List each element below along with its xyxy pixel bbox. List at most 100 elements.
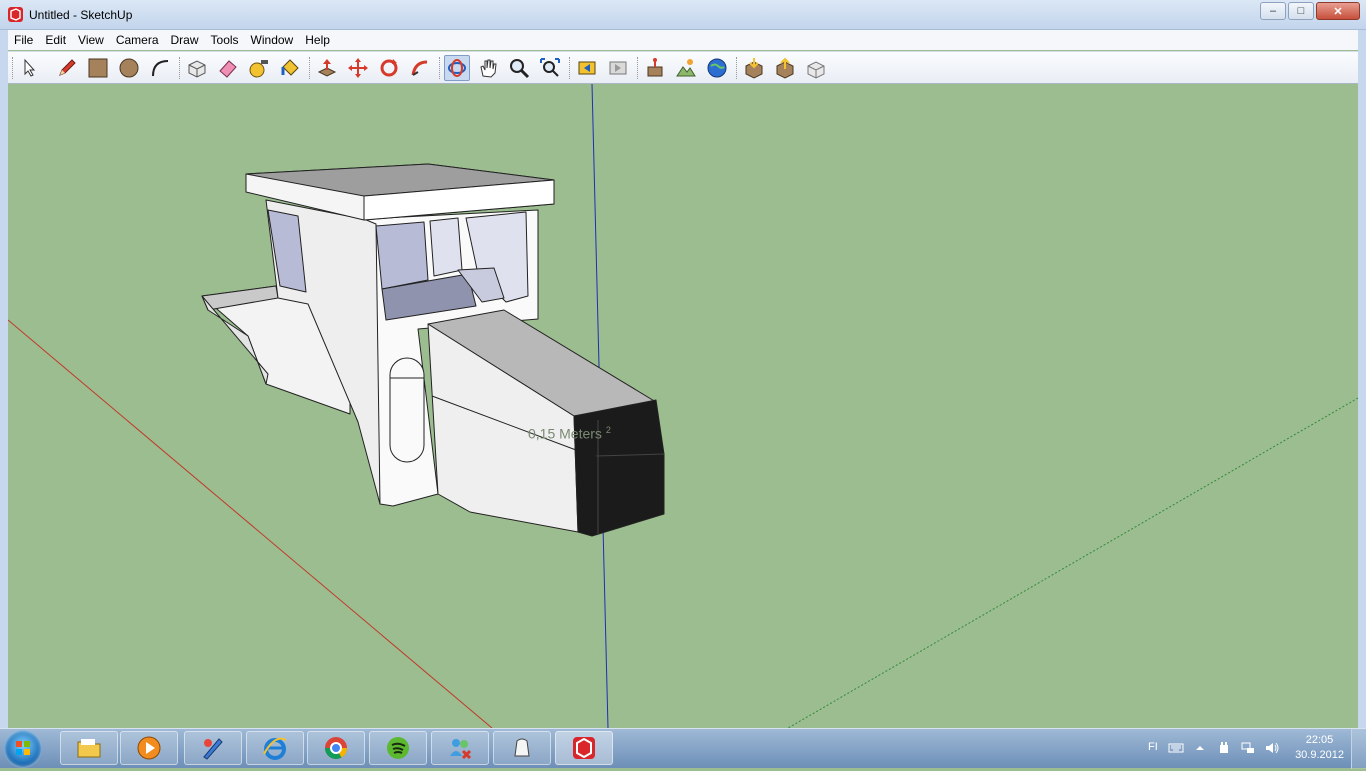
- getting-started-toolbar: [8, 51, 1358, 84]
- circle-icon: [119, 58, 139, 78]
- zoom-tool[interactable]: [506, 55, 532, 81]
- circle-tool[interactable]: [116, 55, 142, 81]
- close-button[interactable]: ✕: [1316, 2, 1360, 20]
- volume-icon[interactable]: [1264, 740, 1280, 756]
- share-component-icon: [807, 61, 825, 79]
- taskbar-chrome[interactable]: [307, 731, 365, 765]
- menu-edit[interactable]: Edit: [39, 33, 72, 47]
- make-component-tool[interactable]: [184, 55, 210, 81]
- push-pull-tool[interactable]: [314, 55, 340, 81]
- menu-tools[interactable]: Tools: [205, 33, 245, 47]
- system-tray: [1168, 740, 1280, 756]
- follow-me-tool[interactable]: [407, 55, 433, 81]
- location-icon: [647, 58, 663, 77]
- window-controls: – □ ✕: [1260, 2, 1360, 20]
- menu-draw[interactable]: Draw: [165, 33, 205, 47]
- toolbar-separator: [179, 57, 183, 79]
- get-models-icon: [745, 58, 763, 79]
- toolbar-separator: [569, 57, 573, 79]
- taskbar-messenger[interactable]: [431, 731, 489, 765]
- windows-logo-icon: [16, 741, 30, 755]
- sketchup-icon: [573, 737, 595, 759]
- windows-taskbar: FI 22:05 30.9.2012: [0, 728, 1366, 769]
- arc-tool[interactable]: [147, 55, 173, 81]
- toolbar-separator: [736, 57, 740, 79]
- start-button[interactable]: [4, 730, 42, 768]
- select-tool[interactable]: [17, 55, 43, 81]
- minimize-button[interactable]: –: [1260, 2, 1286, 20]
- folder-icon: [77, 739, 101, 758]
- share-model-tool[interactable]: [772, 55, 798, 81]
- menu-help[interactable]: Help: [299, 33, 336, 47]
- input-language[interactable]: FI: [1148, 741, 1158, 753]
- window-title: Untitled - SketchUp: [29, 8, 133, 22]
- previous-view-icon: [578, 61, 596, 75]
- spotify-icon: [387, 737, 409, 759]
- cabin-model[interactable]: [201, 163, 665, 537]
- follow-me-icon: [411, 60, 428, 76]
- tape-measure-tool[interactable]: [246, 55, 272, 81]
- show-desktop-button[interactable]: [1351, 729, 1366, 769]
- scene-canvas: [8, 84, 1358, 728]
- window-frame-left: [0, 30, 8, 728]
- toolbar-grip[interactable]: [12, 57, 16, 79]
- paint-bucket-icon: [281, 59, 299, 76]
- hand-icon: [480, 59, 497, 78]
- taskbar-windows-explorer[interactable]: [60, 731, 118, 765]
- menu-bar: File Edit View Camera Draw Tools Window …: [8, 30, 1358, 50]
- taskbar-media-player[interactable]: [120, 731, 178, 765]
- maximize-button[interactable]: □: [1288, 2, 1314, 20]
- menu-window[interactable]: Window: [245, 33, 300, 47]
- measurement-value: 0,15 Meters: [528, 425, 602, 442]
- green-axis: [787, 397, 1358, 728]
- arrow-icon: [24, 58, 36, 77]
- pan-tool[interactable]: [475, 55, 501, 81]
- toolbar-separator: [309, 57, 313, 79]
- move-icon: [348, 58, 368, 78]
- taskbar-internet-explorer[interactable]: [246, 731, 304, 765]
- menu-view[interactable]: View: [72, 33, 110, 47]
- sketchup-app-icon: [8, 7, 23, 22]
- rotate-tool[interactable]: [376, 55, 402, 81]
- eraser-tool[interactable]: [215, 55, 241, 81]
- tape-icon: [249, 60, 268, 78]
- taskbar-spotify[interactable]: [369, 731, 427, 765]
- orbit-icon: [448, 59, 466, 77]
- taskbar-printer-app[interactable]: [493, 731, 551, 765]
- paint-bucket-tool[interactable]: [277, 55, 303, 81]
- ie-icon: [263, 737, 287, 760]
- zoom-extents-tool[interactable]: [537, 55, 563, 81]
- next-view-tool[interactable]: [605, 55, 631, 81]
- menu-file[interactable]: File: [8, 33, 39, 47]
- pencil-tool[interactable]: [54, 55, 80, 81]
- next-view-icon: [609, 61, 627, 75]
- rectangle-tool[interactable]: [85, 55, 111, 81]
- terrain-icon: [676, 59, 696, 77]
- window-frame-right: [1358, 30, 1366, 728]
- google-earth-tool[interactable]: [704, 55, 730, 81]
- toolbar-separator: [637, 57, 641, 79]
- orbit-tool[interactable]: [444, 55, 470, 81]
- toggle-terrain-tool[interactable]: [673, 55, 699, 81]
- system-clock[interactable]: 22:05 30.9.2012: [1295, 733, 1344, 763]
- rectangle-icon: [88, 58, 108, 78]
- messenger-icon: [450, 739, 472, 760]
- toolbar-separator: [439, 57, 443, 79]
- menu-camera[interactable]: Camera: [110, 33, 165, 47]
- network-icon[interactable]: [1240, 740, 1256, 756]
- show-hidden-icons-chevron-up-icon[interactable]: [1192, 740, 1208, 756]
- get-models-tool[interactable]: [741, 55, 767, 81]
- title-bar: Untitled - SketchUp – □ ✕: [0, 0, 1366, 30]
- previous-view-tool[interactable]: [574, 55, 600, 81]
- move-tool[interactable]: [345, 55, 371, 81]
- keyboard-icon[interactable]: [1168, 740, 1184, 756]
- power-plug-icon[interactable]: [1216, 740, 1232, 756]
- clock-time: 22:05: [1305, 734, 1334, 746]
- share-component-tool[interactable]: [803, 55, 829, 81]
- taskbar-paint-app[interactable]: [184, 731, 242, 765]
- taskbar-sketchup[interactable]: [555, 731, 613, 765]
- arc-icon: [152, 60, 169, 77]
- measurement-unit-exponent: 2: [605, 425, 611, 435]
- modeling-viewport[interactable]: 0,15 Meters 2: [8, 84, 1358, 728]
- add-location-tool[interactable]: [642, 55, 668, 81]
